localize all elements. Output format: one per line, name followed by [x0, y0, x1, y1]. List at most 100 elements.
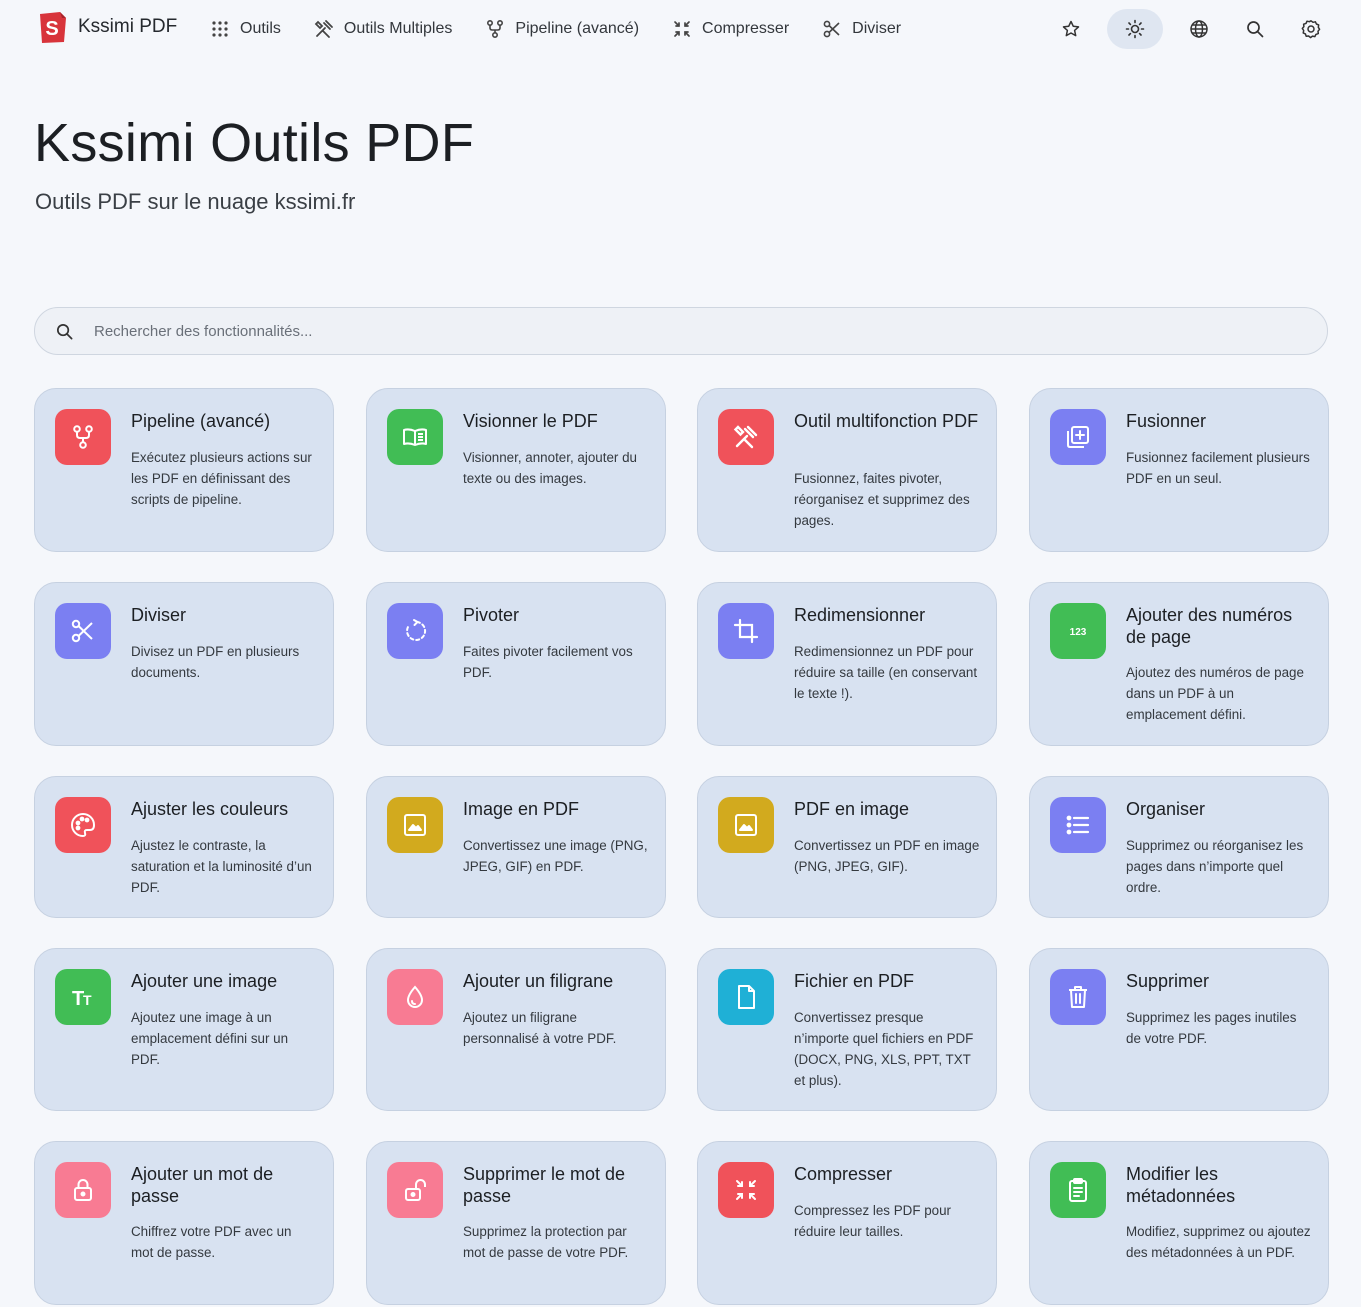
grid-dots-icon — [212, 21, 228, 37]
tool-card-view-pdf[interactable]: Visionner le PDF Visionner, annoter, ajo… — [366, 388, 666, 552]
scissors-icon — [71, 619, 93, 643]
gear-icon — [1301, 20, 1321, 39]
card-description: Redimensionnez un PDF pour réduire sa ta… — [794, 644, 978, 701]
crop-icon — [733, 618, 759, 644]
nav-link-outils[interactable]: Outils — [210, 19, 281, 39]
trash-icon — [1069, 986, 1087, 1008]
favorites-button[interactable] — [1051, 9, 1091, 49]
card-icon-badge — [55, 603, 111, 659]
nav-link-label: Pipeline (avancé) — [515, 20, 640, 37]
palette-icon — [71, 812, 96, 838]
tool-card-split[interactable]: Diviser Divisez un PDF en plusieurs docu… — [34, 582, 334, 746]
card-title: Redimensionner — [794, 605, 926, 625]
nav-link-diviser[interactable]: Diviser — [822, 19, 901, 39]
tools-icon — [314, 20, 333, 38]
file-icon — [738, 985, 755, 1009]
tool-card-watermark[interactable]: Ajouter un filigrane Ajoutez un filigran… — [366, 948, 666, 1111]
tool-card-pipeline[interactable]: Pipeline (avancé) Exécutez plusieurs act… — [34, 388, 334, 552]
search-button[interactable] — [1235, 9, 1275, 49]
card-icon-badge — [718, 1162, 774, 1218]
svg-text:T: T — [83, 992, 92, 1008]
card-title: PDF en image — [794, 799, 910, 819]
card-icon-badge: 123 — [1050, 603, 1106, 659]
tool-card-add-password[interactable]: Ajouter un mot de passe Chiffrez votre P… — [34, 1141, 334, 1305]
card-title: Ajouter un mot de passe — [131, 1164, 274, 1206]
droplet-icon — [406, 985, 424, 1008]
nav-link-pipeline[interactable]: Pipeline (avancé) — [485, 19, 639, 39]
card-title: Diviser — [131, 605, 187, 625]
nav-link-label: Outils Multiples — [343, 20, 453, 37]
card-description: Ajoutez des numéros de page dans un PDF … — [1126, 665, 1304, 722]
search-input[interactable] — [92, 321, 1276, 341]
nav-icons — [1035, 9, 1331, 49]
card-icon-badge — [718, 409, 774, 465]
card-description: Faites pivoter facilement vos PDF. — [463, 644, 633, 680]
language-button[interactable] — [1179, 9, 1219, 49]
scissors-icon — [823, 20, 840, 38]
nav-link-outils-multiples[interactable]: Outils Multiples — [314, 19, 452, 39]
image-icon — [404, 814, 426, 836]
image-icon — [735, 814, 757, 836]
tool-card-image-to-pdf[interactable]: Image en PDF Convertissez une image (PNG… — [366, 776, 666, 918]
card-icon-badge: T T — [55, 969, 111, 1025]
card-icon-badge — [387, 409, 443, 465]
card-icon-badge — [387, 969, 443, 1025]
card-icon-badge — [55, 1162, 111, 1218]
tool-card-organize[interactable]: Organiser Supprimez ou réorganisez les p… — [1029, 776, 1329, 918]
tool-card-add-image[interactable]: T T Ajouter une image Ajoutez une image … — [34, 948, 334, 1111]
text-size-icon: T T — [72, 988, 92, 1010]
card-description: Convertissez presque n’importe quel fich… — [794, 1010, 974, 1088]
card-title: Organiser — [1126, 799, 1206, 819]
unlock-icon — [405, 1179, 426, 1201]
merge-icon — [1067, 426, 1089, 448]
tools-icon — [733, 425, 758, 449]
nav-link-label: Compresser — [702, 20, 790, 37]
search-icon — [1247, 21, 1264, 38]
logo-icon: S — [40, 12, 66, 43]
card-title: Pivoter — [463, 605, 520, 625]
tool-card-multitool[interactable]: Outil multifonction PDF Fusionnez, faite… — [697, 388, 997, 552]
tool-card-compress[interactable]: Compresser Compressez les PDF pour rédui… — [697, 1141, 997, 1305]
card-icon-badge — [1050, 797, 1106, 853]
globe-icon — [1190, 20, 1208, 38]
feature-search-bar[interactable] — [34, 307, 1328, 355]
tool-card-adjust-colors[interactable]: Ajuster les couleurs Ajustez le contrast… — [34, 776, 334, 918]
card-title: Supprimer — [1126, 971, 1210, 991]
card-title: Image en PDF — [463, 799, 580, 819]
rotate-icon — [406, 619, 427, 641]
tool-card-remove-password[interactable]: Supprimer le mot de passe Supprimez la p… — [366, 1141, 666, 1305]
tool-card-merge[interactable]: Fusionner Fusionnez facilement plusieurs… — [1029, 388, 1329, 552]
card-icon-badge — [55, 797, 111, 853]
tool-card-delete-pages[interactable]: Supprimer Supprimez les pages inutiles d… — [1029, 948, 1329, 1111]
compress-icon — [736, 1180, 756, 1200]
card-icon-badge — [387, 797, 443, 853]
pipeline-icon — [73, 425, 93, 449]
card-title: Supprimer le mot de passe — [463, 1164, 626, 1206]
page-subtitle: Outils PDF sur le nuage kssimi.fr — [35, 189, 356, 214]
tool-card-metadata[interactable]: Modifier les métadonnées Modifiez, suppr… — [1029, 1141, 1329, 1305]
nav-link-label: Outils — [240, 20, 281, 37]
settings-button[interactable] — [1291, 9, 1331, 49]
card-description: Ajoutez un filigrane personnalisé à votr… — [463, 1010, 617, 1046]
card-description: Convertissez un PDF en image (PNG, JPEG,… — [794, 838, 980, 874]
card-title: Fusionner — [1126, 411, 1207, 431]
compress-icon — [674, 21, 690, 37]
card-description: Modifiez, supprimez ou ajoutez des métad… — [1126, 1224, 1311, 1260]
tool-card-pdf-to-image[interactable]: PDF en image Convertissez un PDF en imag… — [697, 776, 997, 918]
card-description: Convertissez une image (PNG, JPEG, GIF) … — [463, 838, 648, 874]
tool-card-file-to-pdf[interactable]: Fichier en PDF Convertissez presque n’im… — [697, 948, 997, 1111]
brand[interactable]: S Kssimi PDF — [36, 10, 177, 44]
card-title: Ajuster les couleurs — [131, 799, 289, 819]
card-description: Exécutez plusieurs actions sur les PDF e… — [131, 450, 312, 507]
card-title: Ajouter une image — [131, 971, 278, 991]
theme-toggle-button[interactable] — [1107, 9, 1163, 49]
card-description: Fusionnez, faites pivoter, réorganisez e… — [794, 471, 970, 528]
tool-card-resize[interactable]: Redimensionner Redimensionnez un PDF pou… — [697, 582, 997, 746]
card-description: Fusionnez facilement plusieurs PDF en un… — [1126, 450, 1310, 486]
card-icon-badge — [387, 1162, 443, 1218]
card-title: Ajouter des numéros de page — [1126, 605, 1293, 647]
nav-link-label: Diviser — [852, 20, 902, 37]
tool-card-rotate[interactable]: Pivoter Faites pivoter facilement vos PD… — [366, 582, 666, 746]
tool-card-page-numbers[interactable]: 123 Ajouter des numéros de page Ajoutez … — [1029, 582, 1329, 746]
nav-link-compresser[interactable]: Compresser — [672, 19, 789, 39]
